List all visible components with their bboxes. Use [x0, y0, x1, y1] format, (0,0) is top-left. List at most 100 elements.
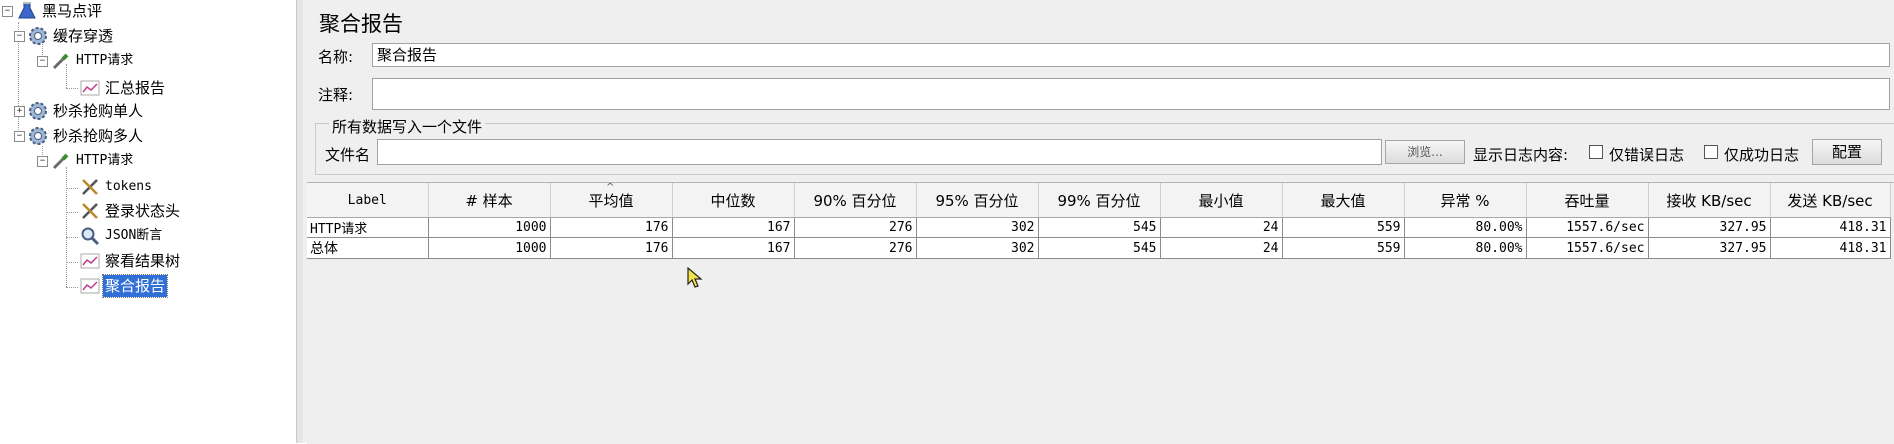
- aggregate-results-table: Label # 样本 ^ 平均值 中位数 90% 百分位 95% 百分位 99% …: [307, 183, 1891, 259]
- tree-item-label: 缓存穿透: [53, 27, 114, 45]
- table-cell: 24: [1160, 217, 1283, 238]
- tree-item-flash-sale-multi[interactable]: − 秒杀抢购多人: [14, 125, 145, 147]
- tree-item-label: 秒杀抢购单人: [53, 102, 144, 120]
- comment-field[interactable]: [372, 78, 1890, 110]
- log-content-label: 显示日志内容:: [1473, 146, 1569, 164]
- collapse-toggle[interactable]: −: [14, 30, 25, 42]
- errors-only-checkbox[interactable]: [1589, 145, 1603, 159]
- col-header-error-pct[interactable]: 异常 %: [1404, 183, 1527, 218]
- test-plan-icon: [17, 1, 37, 21]
- table-cell: 176: [550, 237, 673, 259]
- tree-item-label: JSON断言: [105, 228, 163, 243]
- mouse-cursor-icon: [687, 267, 703, 288]
- filename-label: 文件名: [325, 146, 371, 164]
- comment-label: 注释:: [318, 86, 354, 104]
- col-header-p90[interactable]: 90% 百分位: [794, 183, 917, 218]
- tree-connector: [66, 88, 78, 89]
- tree-item-flash-sale-single[interactable]: + 秒杀抢购单人: [14, 100, 145, 122]
- page-title: 聚合报告: [319, 12, 403, 36]
- tree-item-label: 黑马点评: [42, 2, 103, 20]
- table-cell: 545: [1038, 217, 1161, 238]
- table-cell: 545: [1038, 237, 1161, 259]
- tree-connector: [66, 237, 78, 238]
- tree-item-label: 察看结果树: [105, 252, 181, 270]
- table-cell: 167: [672, 217, 795, 238]
- col-header-p95[interactable]: 95% 百分位: [916, 183, 1039, 218]
- col-header-throughput[interactable]: 吞吐量: [1526, 183, 1649, 218]
- table-cell: 276: [794, 237, 917, 259]
- col-header-average[interactable]: ^ 平均值: [550, 183, 673, 218]
- table-cell: 1000: [428, 217, 551, 238]
- table-cell: 302: [916, 237, 1039, 259]
- tree-connector: [66, 167, 67, 287]
- tree-item-summary-report[interactable]: 汇总报告: [80, 77, 167, 99]
- table-cell: 总体: [307, 237, 429, 259]
- success-only-label: 仅成功日志: [1724, 146, 1800, 164]
- thread-group-gear-icon: [28, 26, 48, 46]
- listener-graph-icon: [80, 276, 100, 296]
- table-cell: 418.31: [1770, 217, 1891, 238]
- tree-item-label: 秒杀抢购多人: [53, 127, 144, 145]
- file-group-title: 所有数据写入一个文件: [329, 116, 486, 137]
- success-only-checkbox[interactable]: [1704, 145, 1718, 159]
- table-cell: 176: [550, 217, 673, 238]
- col-header-min[interactable]: 最小值: [1160, 183, 1283, 218]
- browse-button[interactable]: 浏览...: [1385, 140, 1465, 164]
- sort-ascending-icon: ^: [606, 183, 615, 193]
- collapse-toggle[interactable]: −: [37, 155, 48, 167]
- tree-item-label: 汇总报告: [105, 79, 166, 97]
- col-header-label[interactable]: Label: [307, 183, 429, 218]
- tree-connector: [66, 262, 78, 263]
- name-field[interactable]: 聚合报告: [372, 43, 1890, 67]
- col-header-median[interactable]: 中位数: [672, 183, 795, 218]
- tree-item-label-selected: 聚合报告: [101, 274, 169, 298]
- expand-toggle[interactable]: +: [14, 105, 25, 117]
- config-tools-icon: [80, 201, 100, 221]
- tree-item-http-request[interactable]: − HTTP请求: [37, 50, 135, 72]
- tree-item-cache-penetration[interactable]: − 缓存穿透: [14, 25, 115, 47]
- tree-item-aggregate-report[interactable]: 聚合报告: [80, 274, 169, 298]
- table-cell: 327.95: [1648, 217, 1771, 238]
- col-header-average-label: 平均值: [588, 191, 634, 210]
- table-cell: 418.31: [1770, 237, 1891, 259]
- collapse-toggle[interactable]: −: [37, 55, 48, 67]
- test-plan-tree[interactable]: − 黑马点评 − 缓存穿透 − HTTP请求 汇总报告 + 秒杀抢购单人 − 秒…: [0, 0, 296, 443]
- table-row-total[interactable]: 总体 1000 176 167 276 302 545 24 559 80.00…: [307, 237, 1891, 259]
- sampler-pipette-icon: [51, 51, 71, 71]
- results-table-area: Label # 样本 ^ 平均值 中位数 90% 百分位 95% 百分位 99% …: [307, 182, 1894, 444]
- tree-item-login-header[interactable]: 登录状态头: [80, 200, 182, 222]
- tree-item-view-results-tree[interactable]: 察看结果树: [80, 250, 182, 272]
- configure-button[interactable]: 配置: [1812, 139, 1882, 165]
- table-cell: 559: [1282, 237, 1405, 259]
- tree-item-http-request-2[interactable]: − HTTP请求: [37, 150, 135, 172]
- table-cell: 80.00%: [1404, 237, 1527, 259]
- table-cell: 167: [672, 237, 795, 259]
- table-cell: 1000: [428, 237, 551, 259]
- tree-item-label: tokens: [105, 179, 152, 194]
- config-tools-icon: [80, 177, 100, 197]
- table-cell: 302: [916, 217, 1039, 238]
- table-cell: 559: [1282, 217, 1405, 238]
- filename-input[interactable]: [377, 139, 1382, 165]
- listener-graph-icon: [80, 78, 100, 98]
- tree-item-label: 登录状态头: [105, 202, 181, 220]
- tree-connector: [66, 287, 78, 288]
- col-header-p99[interactable]: 99% 百分位: [1038, 183, 1161, 218]
- col-header-sent[interactable]: 发送 KB/sec: [1770, 183, 1891, 218]
- tree-connector: [66, 188, 78, 189]
- col-header-samples[interactable]: # 样本: [428, 183, 551, 218]
- col-header-max[interactable]: 最大值: [1282, 183, 1405, 218]
- tree-item-root[interactable]: − 黑马点评: [2, 0, 104, 22]
- collapse-toggle[interactable]: −: [2, 5, 13, 17]
- thread-group-gear-icon: [28, 101, 48, 121]
- sampler-pipette-icon: [51, 151, 71, 171]
- tree-item-json-assertion[interactable]: JSON断言: [80, 225, 164, 247]
- collapse-toggle[interactable]: −: [14, 130, 25, 142]
- table-cell: 1557.6/sec: [1526, 217, 1649, 238]
- listener-graph-icon: [80, 251, 100, 271]
- tree-item-label: HTTP请求: [76, 53, 134, 68]
- table-row[interactable]: HTTP请求 1000 176 167 276 302 545 24 559 8…: [307, 217, 1891, 238]
- tree-item-tokens[interactable]: tokens: [80, 176, 154, 198]
- col-header-received[interactable]: 接收 KB/sec: [1648, 183, 1771, 218]
- errors-only-label: 仅错误日志: [1609, 146, 1685, 164]
